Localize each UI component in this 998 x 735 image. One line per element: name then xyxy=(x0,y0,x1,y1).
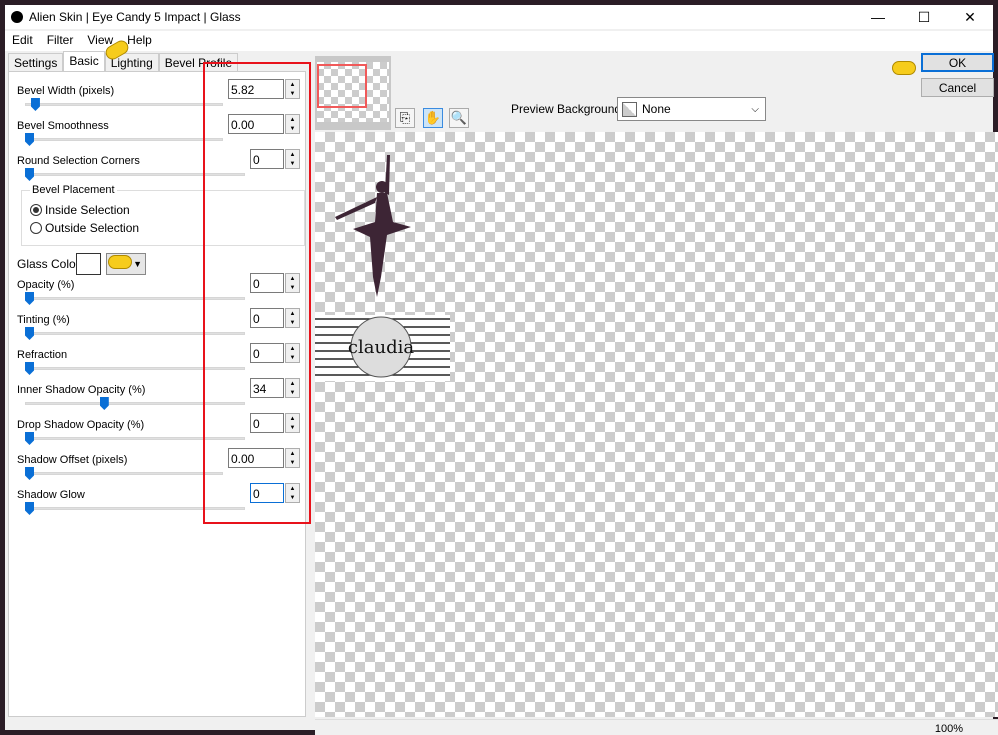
control-label: Round Selection Corners xyxy=(17,155,140,167)
close-button[interactable]: ✕ xyxy=(947,5,993,29)
menu-filter[interactable]: Filter xyxy=(40,31,81,51)
slider-thumb[interactable] xyxy=(25,362,34,375)
menu-bar: Edit Filter View Help xyxy=(5,31,993,51)
control-label: Drop Shadow Opacity (%) xyxy=(17,419,145,431)
control-label: Shadow Glow xyxy=(17,489,85,501)
preview-canvas[interactable]: claudia xyxy=(315,132,998,717)
bevel-placement-title: Bevel Placement xyxy=(30,184,117,196)
radio-selected-icon xyxy=(30,204,42,216)
navigator-viewport[interactable] xyxy=(317,64,367,108)
radio-label: Outside Selection xyxy=(45,221,140,235)
slider-thumb[interactable] xyxy=(25,292,34,305)
control-label: Inner Shadow Opacity (%) xyxy=(17,384,146,396)
slider-thumb[interactable] xyxy=(99,397,109,410)
chevron-down-icon: ⌵ xyxy=(751,103,759,115)
radio-inside-selection[interactable]: Inside Selection xyxy=(30,203,130,217)
status-bar: 100% xyxy=(315,719,998,735)
slider-track[interactable] xyxy=(25,138,223,141)
slider-thumb[interactable] xyxy=(25,168,34,181)
minimize-button[interactable]: — xyxy=(855,5,901,29)
window-title: Alien Skin | Eye Candy 5 Impact | Glass xyxy=(29,10,241,24)
claudia-watermark: claudia xyxy=(315,315,450,381)
title-bar: Alien Skin | Eye Candy 5 Impact | Glass … xyxy=(5,5,993,29)
control-label: Bevel Width (pixels) xyxy=(17,85,115,97)
control-label: Opacity (%) xyxy=(17,279,75,291)
maximize-button[interactable]: ☐ xyxy=(901,5,947,29)
control-label: Tinting (%) xyxy=(17,314,70,326)
slider-thumb[interactable] xyxy=(25,502,34,515)
svg-text:claudia: claudia xyxy=(348,337,414,358)
control-label: Bevel Smoothness xyxy=(17,120,109,132)
slider-thumb[interactable] xyxy=(30,98,40,111)
pointer-hand-icon xyxy=(892,61,916,75)
radio-outside-selection[interactable]: Outside Selection xyxy=(30,221,139,235)
select-value: None xyxy=(642,102,671,116)
slider-thumb[interactable] xyxy=(25,133,34,146)
slider-thumb[interactable] xyxy=(25,432,34,445)
glass-color-label: Glass Color xyxy=(17,257,80,271)
ok-button[interactable]: OK xyxy=(921,53,994,72)
slider-thumb[interactable] xyxy=(25,327,34,340)
menu-edit[interactable]: Edit xyxy=(5,31,40,51)
control-label: Refraction xyxy=(17,349,68,361)
pointer-hand-icon xyxy=(108,255,132,269)
preview-background-select[interactable]: None ⌵ xyxy=(617,97,766,121)
slider-track[interactable] xyxy=(25,472,223,475)
preview-background-label: Preview Background: xyxy=(511,102,625,116)
radio-unselected-icon xyxy=(30,222,42,234)
cancel-button[interactable]: Cancel xyxy=(921,78,994,97)
navigator-thumbnail[interactable] xyxy=(315,56,391,130)
preview-image: claudia xyxy=(315,155,450,381)
control-label: Shadow Offset (pixels) xyxy=(17,454,128,466)
eye-candy-dialog: Alien Skin | Eye Candy 5 Impact | Glass … xyxy=(5,5,998,735)
zoom-level: 100% xyxy=(934,723,963,735)
radio-label: Inside Selection xyxy=(45,203,130,217)
compare-tool-icon[interactable]: ⎘ xyxy=(395,108,415,128)
glass-color-swatch[interactable] xyxy=(76,253,101,275)
highlight-annotation xyxy=(203,62,311,524)
checker-swatch-icon xyxy=(622,101,637,117)
ballerina-silhouette xyxy=(335,155,411,297)
tab-basic[interactable]: Basic xyxy=(63,51,105,71)
slider-track[interactable] xyxy=(25,103,223,106)
dropdown-arrow-icon: ▼ xyxy=(133,259,142,269)
hand-tool-icon[interactable]: ✋ xyxy=(423,108,443,128)
tab-settings[interactable]: Settings xyxy=(8,53,64,71)
slider-thumb[interactable] xyxy=(25,467,34,480)
app-logo-icon xyxy=(11,11,23,23)
zoom-tool-icon[interactable]: 🔍 xyxy=(449,108,469,128)
